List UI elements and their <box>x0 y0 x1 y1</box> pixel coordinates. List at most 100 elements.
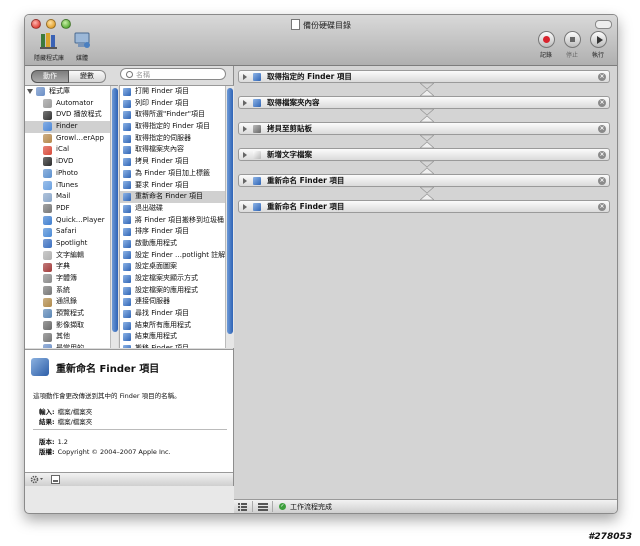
action-item[interactable]: 重新命名 Finder 項目 <box>120 191 234 203</box>
library-item-label: 預覽程式 <box>56 309 84 318</box>
finder-icon <box>123 181 131 190</box>
library-item[interactable]: Spotlight <box>25 238 118 250</box>
library-item[interactable]: iPhoto <box>25 168 118 180</box>
library-item[interactable]: 程式庫 <box>25 86 118 98</box>
action-item[interactable]: 取得指定的 Finder 項目 <box>120 121 234 133</box>
watermark: #278053 <box>588 532 632 542</box>
workflow-step-label: 重新命名 Finder 項目 <box>267 176 345 185</box>
library-scrollbar[interactable] <box>110 86 118 348</box>
list-view-icon[interactable] <box>238 502 247 511</box>
action-item[interactable]: 尋找 Finder 項目 <box>120 308 234 320</box>
workflow-step[interactable]: 重新命名 Finder 項目 × <box>238 200 610 213</box>
action-item[interactable]: 設定 Finder …potlight 註解" <box>120 250 234 262</box>
workflow-step[interactable]: 取得指定的 Finder 項目 × <box>238 70 610 83</box>
remove-step-icon[interactable]: × <box>598 99 606 107</box>
action-item[interactable]: 取得指定的伺服器 <box>120 133 234 145</box>
description-toggle-icon[interactable] <box>51 475 60 484</box>
action-item-label: 重新命名 Finder 項目 <box>135 192 203 201</box>
action-item[interactable]: 拷貝 Finder 項目 <box>120 156 234 168</box>
library-item[interactable]: Automator <box>25 98 118 110</box>
workflow-area[interactable]: 取得指定的 Finder 項目 × 取得檔案夾內容 × 拷貝至剪貼板 × 新增文字檔案 × 重新… <box>234 66 617 500</box>
library-item[interactable]: 字體簿 <box>25 273 118 285</box>
action-item[interactable]: 設定桌面圖案 <box>120 261 234 273</box>
finder-icon <box>123 122 131 131</box>
tab-actions[interactable]: 動作 <box>31 70 69 83</box>
library-item[interactable]: 字典 <box>25 261 118 273</box>
action-item[interactable]: 設定檔案的應用程式 <box>120 285 234 297</box>
library-item[interactable]: Mail <box>25 191 118 203</box>
remove-step-icon[interactable]: × <box>598 177 606 185</box>
workflow-step[interactable]: 重新命名 Finder 項目 × <box>238 174 610 187</box>
library-item[interactable]: Finder <box>25 121 118 133</box>
action-item-label: 設定檔案的應用程式 <box>135 285 198 294</box>
library-item[interactable]: 影像擷取 <box>25 320 118 332</box>
gear-icon[interactable] <box>30 475 44 484</box>
workflow-step[interactable]: 取得檔案夾內容 × <box>238 96 610 109</box>
action-item[interactable]: 打開 Finder 項目 <box>120 86 234 98</box>
remove-step-icon[interactable]: × <box>598 125 606 133</box>
action-item[interactable]: 設定檔案夾顯示方式 <box>120 273 234 285</box>
action-item[interactable]: 將 Finder 項目搬移到垃圾桶 <box>120 215 234 227</box>
expand-triangle-icon[interactable] <box>243 73 247 80</box>
action-item[interactable]: 取得所選"Finder"項目 <box>120 109 234 121</box>
remove-step-icon[interactable]: × <box>598 203 606 211</box>
search-field[interactable]: 名稱 <box>120 68 226 80</box>
expand-triangle-icon[interactable] <box>243 203 247 210</box>
action-item-label: 設定 Finder …potlight 註解" <box>135 250 229 259</box>
expand-triangle-icon[interactable] <box>243 177 247 184</box>
library-item-label: DVD 播放程式 <box>56 110 102 119</box>
record-button[interactable]: 記錄 <box>533 31 559 59</box>
library-item[interactable]: 最常用的 <box>25 343 118 348</box>
run-button[interactable]: 執行 <box>585 31 611 59</box>
toolbar-toggle-button[interactable] <box>595 20 612 29</box>
action-item[interactable]: 啟動應用程式 <box>120 238 234 250</box>
library-item[interactable]: 文字編輯 <box>25 250 118 262</box>
library-item[interactable]: 其他 <box>25 331 118 343</box>
library-scroll-thumb[interactable] <box>112 88 118 332</box>
action-item[interactable]: 結束所有應用程式 <box>120 320 234 332</box>
action-item[interactable]: 為 Finder 項目加上標籤 <box>120 168 234 180</box>
workflow-step[interactable]: 新增文字檔案 × <box>238 148 610 161</box>
library-item[interactable]: DVD 播放程式 <box>25 109 118 121</box>
action-item[interactable]: 連接伺服器 <box>120 296 234 308</box>
media-button[interactable]: 媒體 <box>69 31 95 62</box>
action-item[interactable]: 列印 Finder 項目 <box>120 98 234 110</box>
actions-scroll-thumb[interactable] <box>227 88 233 334</box>
expand-triangle-icon[interactable] <box>243 151 247 158</box>
action-item[interactable]: 搬移 Finder 項目 <box>120 343 234 348</box>
library-item[interactable]: 預覽程式 <box>25 308 118 320</box>
workflow-step[interactable]: 拷貝至剪貼板 × <box>238 122 610 135</box>
library-item[interactable]: Safari <box>25 226 118 238</box>
textedit-icon <box>43 250 52 260</box>
action-item[interactable]: 結束應用程式 <box>120 331 234 343</box>
remove-step-icon[interactable]: × <box>598 73 606 81</box>
log-view-icon[interactable] <box>258 502 268 511</box>
tab-variables[interactable]: 變數 <box>69 70 106 83</box>
remove-step-icon[interactable]: × <box>598 151 606 159</box>
finder-icon <box>123 228 131 237</box>
stop-button[interactable]: 停止 <box>559 31 585 59</box>
library-item[interactable]: 通訊錄 <box>25 296 118 308</box>
step-connector <box>420 187 434 200</box>
action-item[interactable]: 退出磁碟 <box>120 203 234 215</box>
action-item[interactable]: 要求 Finder 項目 <box>120 180 234 192</box>
library-item-label: Mail <box>56 192 71 201</box>
action-item[interactable]: 排序 Finder 項目 <box>120 226 234 238</box>
hide-library-button[interactable]: 隱藏程式庫 <box>29 31 69 62</box>
library-item[interactable]: iCal <box>25 144 118 156</box>
action-item-label: 設定檔案夾顯示方式 <box>135 274 198 282</box>
library-item[interactable]: iTunes <box>25 180 118 192</box>
workflow-step-label: 重新命名 Finder 項目 <box>267 202 345 211</box>
library-item[interactable]: iDVD <box>25 156 118 168</box>
expand-triangle-icon[interactable] <box>243 125 247 132</box>
expand-triangle-icon[interactable] <box>243 99 247 106</box>
library-item[interactable]: Growl…erApp <box>25 133 118 145</box>
action-item[interactable]: 取得檔案夾內容 <box>120 144 234 156</box>
disclosure-triangle-icon[interactable] <box>27 89 33 95</box>
library-item[interactable]: PDF <box>25 203 118 215</box>
library-item-label: 其他 <box>56 332 70 341</box>
actions-scrollbar[interactable] <box>225 86 234 348</box>
library-item[interactable]: 系統 <box>25 285 118 297</box>
action-item-label: 結束所有應用程式 <box>135 320 191 329</box>
library-item[interactable]: Quick…Player <box>25 215 118 227</box>
